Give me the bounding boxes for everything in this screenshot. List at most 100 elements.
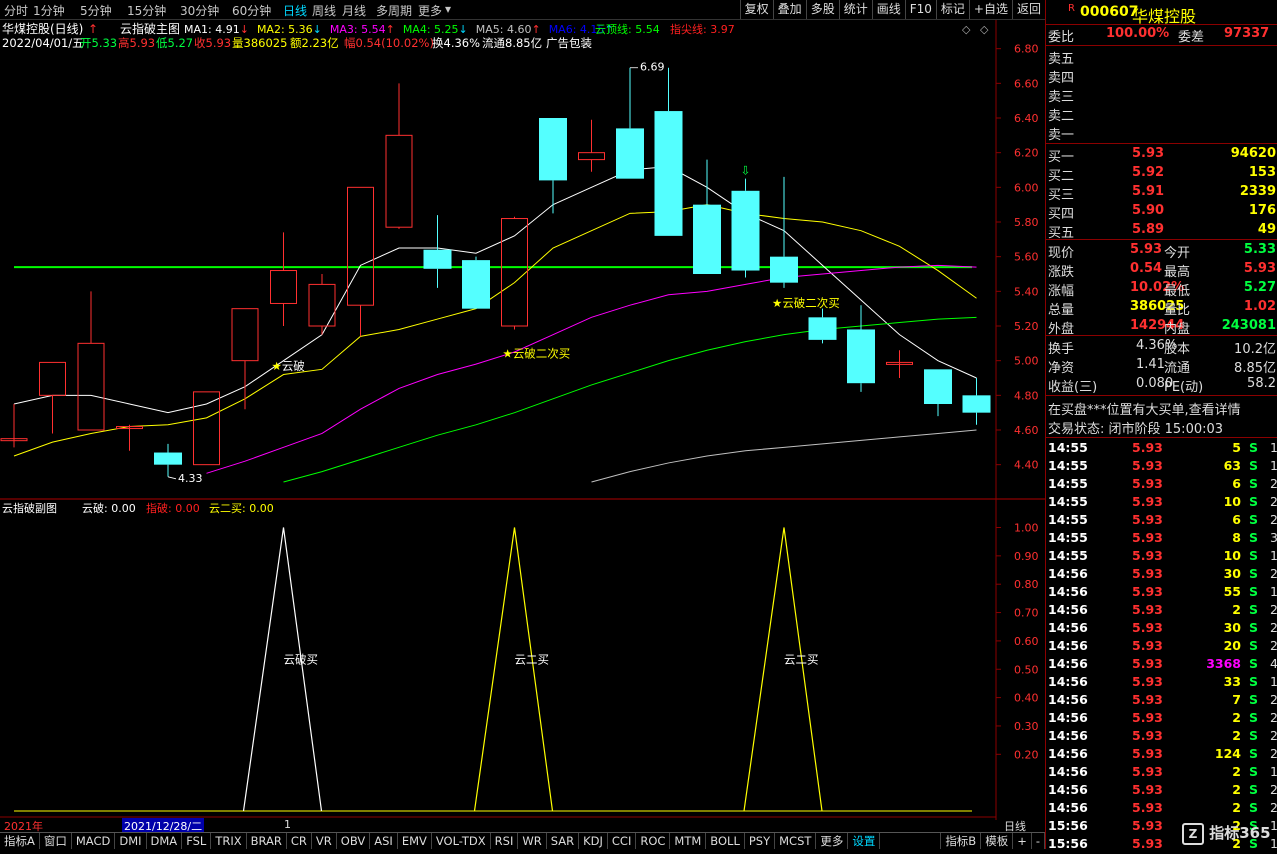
indicator-tab-11[interactable]: ASI: [370, 833, 398, 849]
indicator-tab-18[interactable]: CCI: [608, 833, 637, 849]
f10-button[interactable]: F10: [904, 0, 936, 19]
price-tick: 6.40: [1014, 112, 1039, 125]
main-price-chart[interactable]: 4.33 6.69 ★云破 ★云破二次买 ★云破二次买 ⇩: [0, 61, 991, 485]
candle[interactable]: [693, 159, 721, 274]
bid-row[interactable]: 买四 5.90 176: [1046, 203, 1277, 222]
indicator-tab-9[interactable]: VR: [312, 833, 337, 849]
candle[interactable]: [116, 424, 143, 451]
indicator-tab-15[interactable]: WR: [518, 833, 547, 849]
indicator-tab-16[interactable]: SAR: [547, 833, 580, 849]
indicator-tab-21[interactable]: BOLL: [706, 833, 745, 849]
candle[interactable]: [347, 186, 374, 337]
candle[interactable]: [654, 67, 683, 236]
add-watchlist-button[interactable]: +自选: [968, 0, 1012, 19]
indicator-tab-1[interactable]: 窗口: [40, 833, 72, 849]
back-button[interactable]: 返回: [1011, 0, 1045, 19]
candle[interactable]: [578, 119, 605, 172]
tab-fenshi[interactable]: 分时: [4, 2, 28, 19]
tab-5min[interactable]: 5分钟: [80, 2, 112, 19]
indicator-tab-17[interactable]: KDJ: [579, 833, 608, 849]
bid-row[interactable]: 买一 5.93 94620: [1046, 146, 1277, 165]
indicator-tab-3[interactable]: DMI: [115, 833, 147, 849]
tab-weekly[interactable]: 周线: [312, 2, 336, 19]
info-float: 流通8.85亿: [482, 36, 542, 50]
sub-peak-label: 云二买: [515, 652, 550, 666]
candle[interactable]: [731, 178, 760, 278]
indicator-tab-14[interactable]: RSI: [491, 833, 519, 849]
indicator-tab-22[interactable]: PSY: [745, 833, 776, 849]
candle[interactable]: [193, 391, 220, 466]
indicator-tab-12[interactable]: EMV: [398, 833, 432, 849]
tick-row: 14:56 5.93 3368 S 4: [1048, 656, 1277, 671]
ask-row[interactable]: 卖四: [1046, 67, 1277, 86]
candle[interactable]: [501, 216, 528, 330]
tab-monthly[interactable]: 月线: [342, 2, 366, 19]
candle[interactable]: [39, 361, 66, 434]
bid-row[interactable]: 买二 5.92 153: [1046, 165, 1277, 184]
multi-stock-button[interactable]: 多股: [805, 0, 839, 19]
mark-button[interactable]: 标记: [935, 0, 969, 19]
tick-row: 14:565.9333S13: [1048, 674, 1277, 689]
indicator-tab-19[interactable]: ROC: [636, 833, 671, 849]
big-order-notice[interactable]: 在买盘***位置有大买单,查看详情: [1046, 399, 1277, 418]
indicator-tab-28[interactable]: +: [1013, 833, 1032, 849]
candle[interactable]: [847, 305, 875, 392]
indicator-tab-4[interactable]: DMA: [147, 833, 183, 849]
ask-row[interactable]: 卖二: [1046, 105, 1277, 124]
bid-row[interactable]: 买五 5.89 49: [1046, 222, 1277, 241]
sub-indicator-chart[interactable]: 云破买 云二买 云二买: [14, 527, 972, 812]
tab-daily[interactable]: 日线: [283, 2, 307, 19]
candle[interactable]: [0, 404, 28, 448]
sub-tick: 0.90: [1014, 550, 1039, 563]
info-industry: 广告包装: [546, 36, 592, 50]
indicator-tab-27[interactable]: 模板: [981, 833, 1014, 849]
ask-row[interactable]: 卖一: [1046, 124, 1277, 143]
tab-1min[interactable]: 1分钟: [33, 2, 65, 19]
candle[interactable]: [423, 215, 452, 288]
indicator-tab-13[interactable]: VOL-TDX: [432, 833, 491, 849]
indicator-tab-10[interactable]: OBV: [337, 833, 371, 849]
bid-row[interactable]: 买三 5.91 2339: [1046, 184, 1277, 203]
tab-multi-period[interactable]: 多周期: [376, 2, 412, 19]
candle[interactable]: [616, 67, 644, 179]
ask-row[interactable]: 卖五: [1046, 48, 1277, 67]
indicator-tab-5[interactable]: FSL: [182, 833, 212, 849]
overlay-button[interactable]: 叠加: [772, 0, 806, 19]
candle[interactable]: [308, 274, 336, 335]
ask-row[interactable]: 卖三: [1046, 86, 1277, 105]
candle[interactable]: [924, 369, 952, 417]
indicator-tab-8[interactable]: CR: [287, 833, 312, 849]
indicator-tab-29[interactable]: -: [1032, 833, 1045, 849]
candle[interactable]: [886, 350, 913, 378]
indicator-tab-20[interactable]: MTM: [670, 833, 707, 849]
candle[interactable]: [808, 308, 837, 344]
indicator-tab-6[interactable]: TRIX: [211, 833, 247, 849]
indicator-tab-25[interactable]: 设置: [848, 833, 881, 849]
tab-30min[interactable]: 30分钟: [180, 2, 219, 19]
subchart-legend-yunermai: 云二买: 0.00: [209, 502, 274, 515]
diamond-icon[interactable]: ◇: [962, 23, 971, 36]
candle[interactable]: [77, 291, 105, 431]
tab-15min[interactable]: 15分钟: [127, 2, 166, 19]
indicator-tab-2[interactable]: MACD: [72, 833, 116, 849]
tab-more[interactable]: 更多: [418, 2, 442, 19]
indicator-tab-26[interactable]: 指标B: [940, 833, 982, 849]
diamond-icon-2[interactable]: ◇: [980, 23, 989, 36]
candle[interactable]: [231, 308, 259, 410]
tab-60min[interactable]: 60分钟: [232, 2, 271, 19]
candle[interactable]: [770, 176, 798, 288]
stats-button[interactable]: 统计: [838, 0, 872, 19]
indicator-tab-24[interactable]: 更多: [816, 833, 849, 849]
candle[interactable]: [962, 378, 991, 425]
indicator-tab-0[interactable]: 指标A: [0, 833, 40, 849]
candle[interactable]: [385, 83, 413, 229]
draw-button[interactable]: 画线: [871, 0, 905, 19]
indicator-tab-7[interactable]: BRAR: [247, 833, 287, 849]
candle[interactable]: [462, 256, 490, 309]
more-chevron-icon[interactable]: ▾: [445, 2, 451, 16]
candle[interactable]: [539, 118, 567, 214]
candle[interactable]: [270, 232, 297, 326]
indicator-tab-23[interactable]: MCST: [775, 833, 817, 849]
fuquan-button[interactable]: 复权: [739, 0, 773, 19]
chart-area[interactable]: 华煤控股(日线) ↑ 云指破主图 MA1: 4.91↓ MA2: 5.36↓ MA3…: [0, 20, 1045, 820]
